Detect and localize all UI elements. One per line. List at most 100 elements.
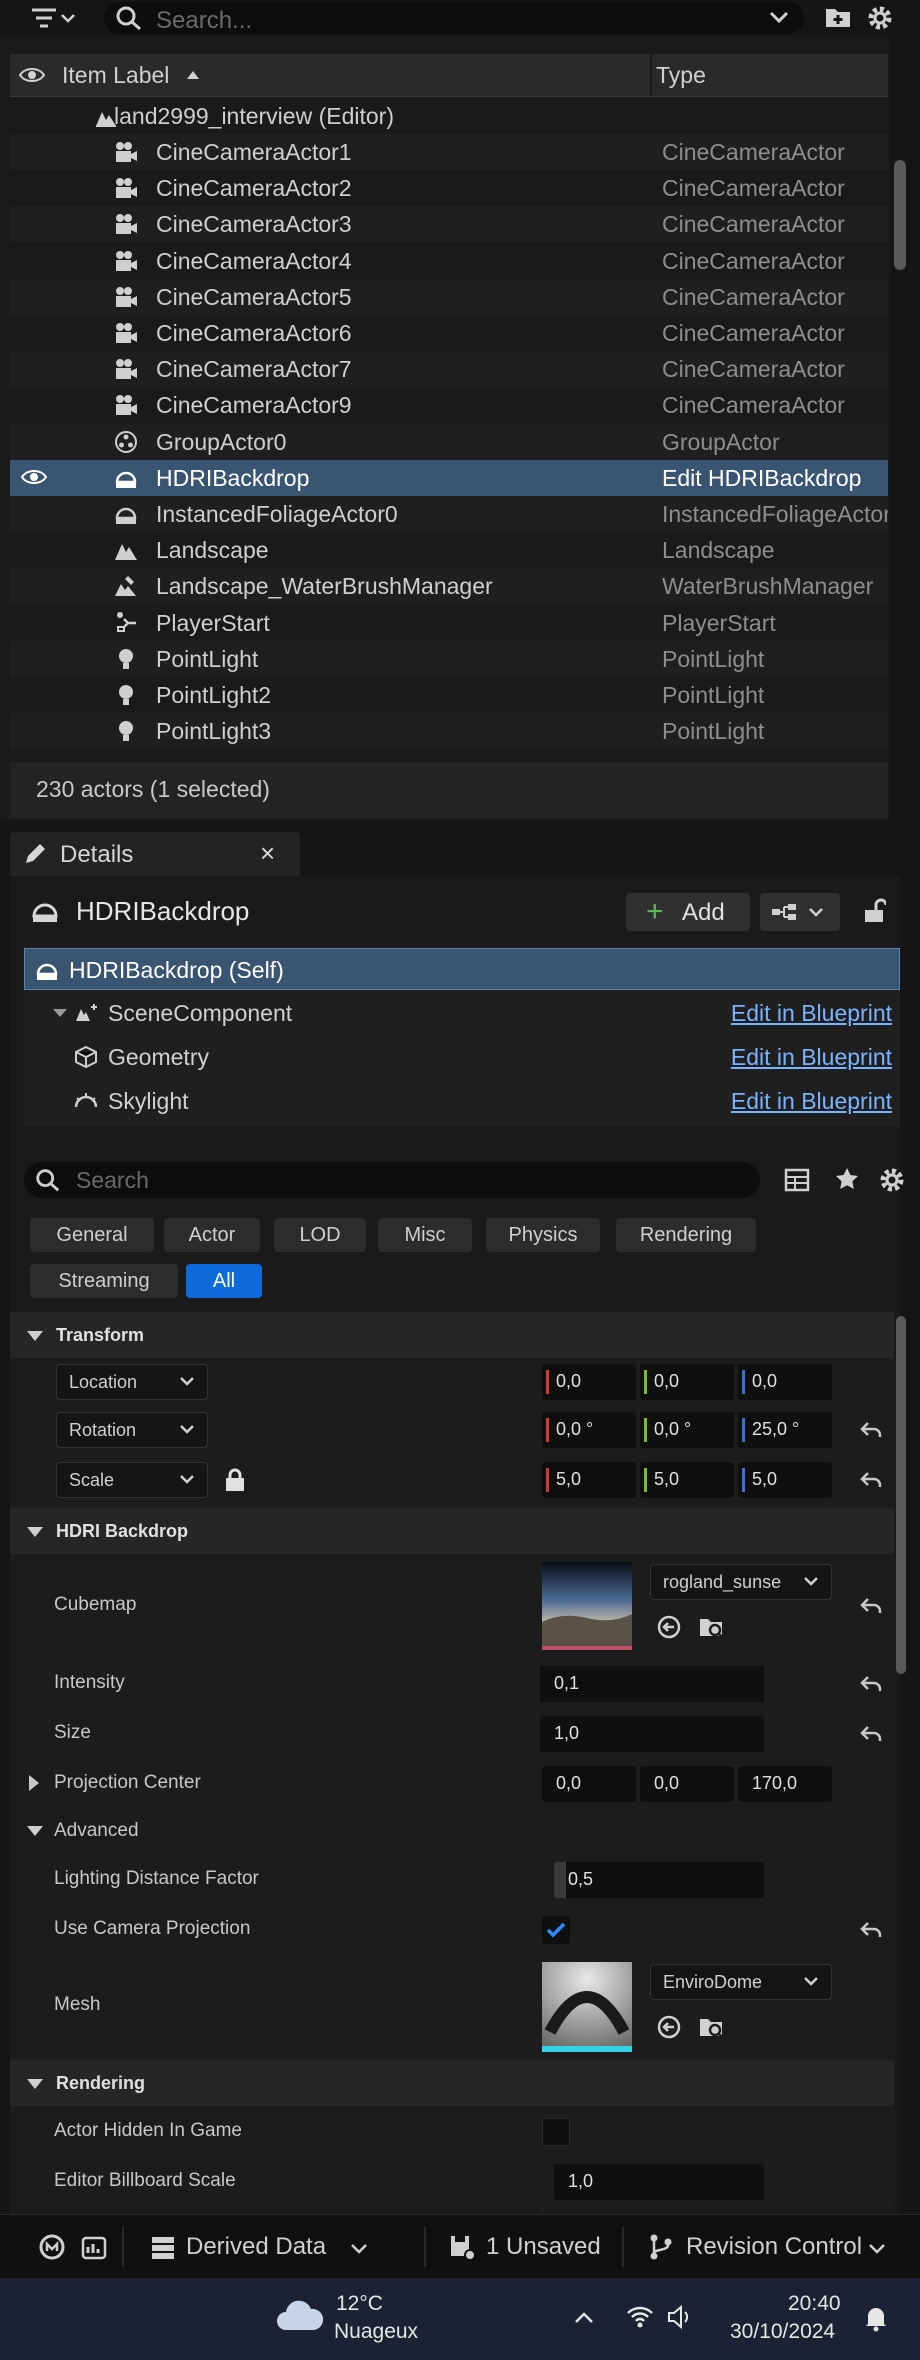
outliner-row[interactable]: GroupActor0 GroupActor	[10, 423, 888, 460]
unsaved-button[interactable]: 1 Unsaved	[486, 2233, 601, 2261]
lighting-distance-input[interactable]: 0,5	[554, 1862, 764, 1898]
component-row[interactable]: Skylight Edit in Blueprint	[24, 1080, 900, 1122]
clock-time[interactable]: 20:40	[788, 2292, 841, 2316]
unlock-icon[interactable]	[862, 898, 886, 924]
rotation-mode-dropdown[interactable]: Rotation	[56, 1412, 208, 1448]
add-folder-icon[interactable]	[824, 4, 852, 30]
filter-chip-misc[interactable]: Misc	[378, 1218, 472, 1252]
section-transform[interactable]: Transform	[10, 1312, 894, 1358]
collapsed-arrow-icon[interactable]	[28, 1774, 40, 1792]
visibility-eye-icon[interactable]	[18, 66, 46, 84]
location-mode-dropdown[interactable]: Location	[56, 1364, 208, 1400]
use-selected-asset-icon[interactable]	[656, 2014, 682, 2040]
use-selected-asset-icon[interactable]	[656, 1614, 682, 1640]
outliner-row[interactable]: PointLight3 PointLight	[10, 713, 888, 750]
derived-data-button[interactable]: Derived Data	[186, 2233, 326, 2261]
weather-condition[interactable]: Nuageux	[334, 2320, 418, 2344]
visibility-eye-icon[interactable]	[20, 468, 48, 486]
scale-x-input[interactable]: 5,0	[542, 1462, 636, 1498]
outliner-row[interactable]: CineCameraActor5 CineCameraActor	[10, 278, 888, 315]
outliner-row[interactable]: CineCameraActor9 CineCameraActor	[10, 387, 888, 424]
mesh-thumbnail[interactable]	[542, 1962, 632, 2052]
revision-control-button[interactable]: Revision Control	[686, 2233, 862, 2261]
filter-chip-streaming[interactable]: Streaming	[30, 1264, 178, 1298]
notification-bell-icon[interactable]	[862, 2304, 890, 2332]
clock-date[interactable]: 30/10/2024	[730, 2320, 835, 2344]
tab-details[interactable]: Details ×	[10, 832, 300, 876]
speaker-icon[interactable]	[666, 2304, 696, 2330]
outliner-row[interactable]: Landscape_WaterBrushManager WaterBrushMan…	[10, 568, 888, 605]
component-row[interactable]: HDRIBackdrop (Self)	[24, 948, 900, 990]
scale-mode-dropdown[interactable]: Scale	[56, 1462, 208, 1498]
live-coding-icon[interactable]	[38, 2233, 66, 2261]
outliner-row[interactable]: HDRIBackdrop Edit HDRIBackdrop	[10, 459, 888, 496]
chevron-down-icon[interactable]	[868, 2243, 886, 2255]
outliner-search-input[interactable]: Search...	[104, 2, 804, 34]
wifi-icon[interactable]	[626, 2304, 654, 2330]
outliner-scrollbar[interactable]	[894, 160, 906, 270]
blueprint-options-button[interactable]	[760, 893, 840, 931]
outliner-row[interactable]: InstancedFoliageActor0 InstancedFoliageAc…	[10, 496, 888, 532]
gear-icon[interactable]	[878, 1166, 906, 1194]
filter-chip-rendering[interactable]: Rendering	[616, 1218, 756, 1252]
chevron-up-icon[interactable]	[574, 2310, 594, 2324]
edit-in-blueprint-link[interactable]: Edit in Blueprint	[731, 1088, 892, 1115]
scale-y-input[interactable]: 5,0	[640, 1462, 734, 1498]
close-icon[interactable]: ×	[260, 838, 275, 869]
cloud-icon[interactable]	[276, 2298, 324, 2332]
gear-icon[interactable]	[866, 4, 894, 32]
section-hdri-backdrop[interactable]: HDRI Backdrop	[10, 1508, 894, 1554]
details-scrollbar[interactable]	[896, 1316, 906, 1674]
edit-in-blueprint-link[interactable]: Edit in Blueprint	[731, 1044, 892, 1071]
reset-arrow-icon[interactable]	[860, 1920, 884, 1940]
section-rendering[interactable]: Rendering	[10, 2060, 894, 2106]
trace-icon[interactable]	[80, 2233, 108, 2261]
advanced-group-row[interactable]: Advanced	[10, 1808, 894, 1855]
outliner-row[interactable]: CineCameraActor6 CineCameraActor	[10, 315, 888, 351]
billboard-scale-input[interactable]: 1,0	[554, 2164, 764, 2200]
outliner-row[interactable]: PointLight2 PointLight	[10, 677, 888, 713]
filter-chip-lod[interactable]: LOD	[274, 1218, 366, 1252]
filter-chip-all[interactable]: All	[186, 1264, 262, 1298]
lock-icon[interactable]	[224, 1468, 246, 1492]
browse-asset-icon[interactable]	[698, 2014, 726, 2040]
outliner-root-row[interactable]: land2999_interview (Editor)	[10, 98, 888, 134]
reset-arrow-icon[interactable]	[860, 1596, 884, 1616]
actor-name[interactable]: HDRIBackdrop	[76, 896, 249, 927]
star-icon[interactable]	[834, 1166, 860, 1192]
projection-center-z-input[interactable]: 170,0	[738, 1766, 832, 1802]
outliner-item-type[interactable]: Edit HDRIBackdrop	[662, 465, 888, 492]
size-input[interactable]: 1,0	[540, 1716, 764, 1752]
outliner-row[interactable]: CineCameraActor7 CineCameraActor	[10, 351, 888, 388]
column-item-label[interactable]: Item Label	[62, 62, 169, 89]
reset-arrow-icon[interactable]	[860, 1674, 884, 1694]
expanded-arrow-icon[interactable]	[52, 1008, 68, 1018]
reset-arrow-icon[interactable]	[860, 1724, 884, 1744]
rotation-y-input[interactable]: 0,0 °	[640, 1412, 734, 1448]
component-row[interactable]: SceneComponent Edit in Blueprint	[24, 992, 900, 1034]
use-camera-projection-checkbox[interactable]	[542, 1916, 570, 1944]
projection-center-x-input[interactable]: 0,0	[542, 1766, 636, 1802]
filter-chip-actor[interactable]: Actor	[164, 1218, 260, 1252]
browse-asset-icon[interactable]	[698, 1614, 726, 1640]
rotation-z-input[interactable]: 25,0 °	[738, 1412, 832, 1448]
scale-z-input[interactable]: 5,0	[738, 1462, 832, 1498]
cubemap-asset-dropdown[interactable]: rogland_sunse	[650, 1564, 832, 1600]
reset-arrow-icon[interactable]	[860, 1420, 884, 1440]
filter-chip-physics[interactable]: Physics	[486, 1218, 600, 1252]
add-component-button[interactable]: + Add	[626, 893, 750, 931]
component-row[interactable]: Geometry Edit in Blueprint	[24, 1036, 900, 1078]
projection-center-y-input[interactable]: 0,0	[640, 1766, 734, 1802]
edit-in-blueprint-link[interactable]: Edit in Blueprint	[731, 1000, 892, 1027]
column-type[interactable]: Type	[656, 62, 706, 89]
table-view-icon[interactable]	[784, 1168, 810, 1192]
actor-hidden-checkbox[interactable]	[542, 2118, 570, 2146]
filter-icon[interactable]	[30, 6, 76, 30]
cubemap-thumbnail[interactable]	[542, 1562, 632, 1650]
reset-arrow-icon[interactable]	[860, 1470, 884, 1490]
outliner-row[interactable]: PointLight PointLight	[10, 640, 888, 677]
chevron-down-icon[interactable]	[768, 10, 790, 26]
intensity-input[interactable]: 0,1	[540, 1666, 764, 1702]
outliner-row[interactable]: Landscape Landscape	[10, 532, 888, 569]
filter-chip-general[interactable]: General	[30, 1218, 154, 1252]
